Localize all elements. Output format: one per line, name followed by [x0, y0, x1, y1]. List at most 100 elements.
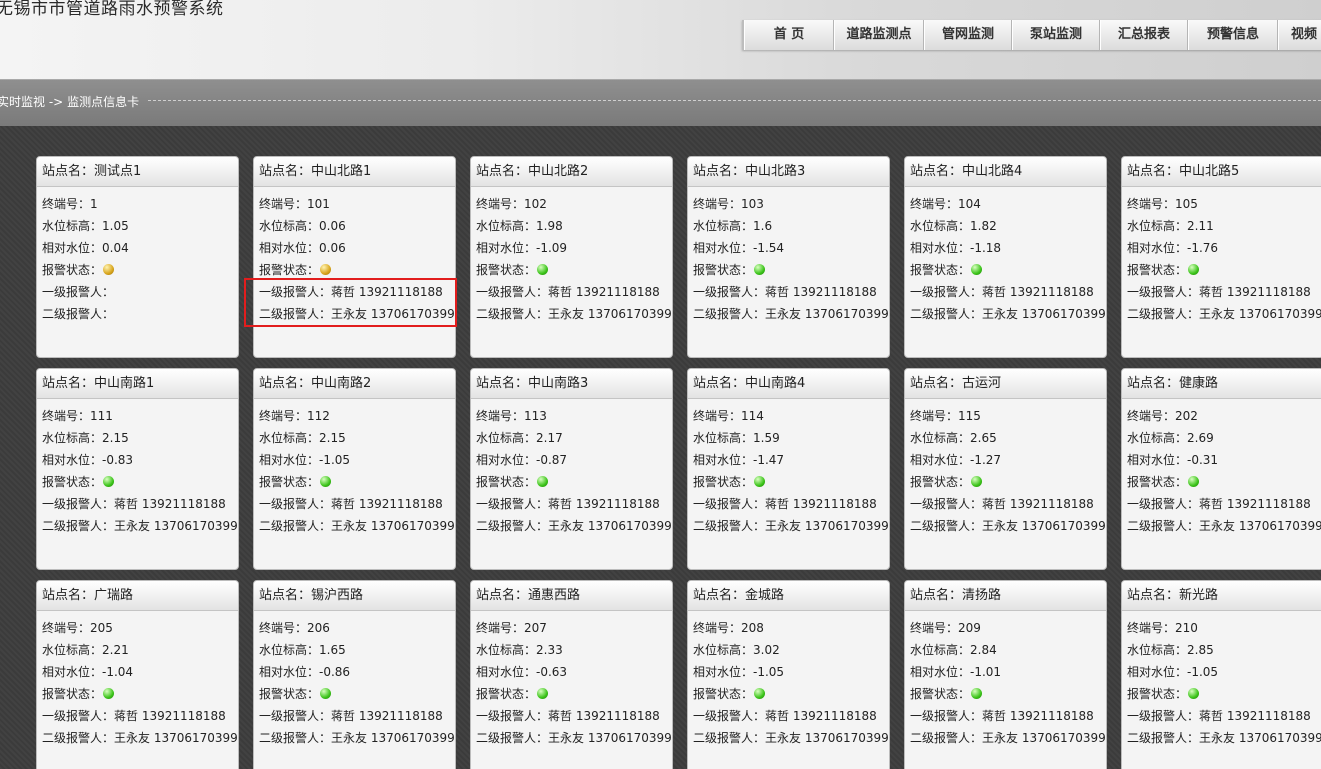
terminal-row: 终端号：102 — [476, 193, 672, 215]
station-label: 站点名： — [476, 588, 529, 603]
station-card[interactable]: 站点名：中山北路5 终端号：105 水位标高：2.11 相对水位：-1.76 报警状态：… — [1121, 156, 1321, 358]
station-card[interactable]: 站点名：古运河 终端号：115 水位标高：2.65 相对水位：-1.27 报警状态： 一级… — [904, 368, 1107, 570]
alarm-status-green-icon — [1188, 476, 1200, 487]
contact2-row: 二级报警人：王永友 13706170399 — [42, 515, 238, 537]
level-elev-row: 水位标高：3.02 — [693, 639, 889, 661]
alarm-status-green-icon — [754, 264, 766, 275]
station-card[interactable]: 站点名：中山南路1 终端号：111 水位标高：2.15 相对水位：-0.83 报警状态：… — [36, 368, 239, 570]
nav-pipe-monitoring[interactable]: 管网监测 — [924, 20, 1012, 50]
station-name: 中山南路3 — [528, 376, 589, 391]
rel-level-label: 相对水位： — [1127, 241, 1188, 255]
terminal-label: 终端号： — [42, 409, 91, 423]
station-name: 中山北路3 — [745, 164, 806, 179]
rel-level-row: 相对水位：0.04 — [42, 237, 238, 259]
terminal-label: 终端号： — [42, 621, 91, 635]
rel-level-value: -0.83 — [102, 453, 134, 467]
card-body: 终端号：102 水位标高：1.98 相对水位：-1.09 报警状态： 一级报警人：蒋哲 … — [471, 187, 672, 325]
nav-video[interactable]: 视频 — [1278, 20, 1321, 50]
card-body: 终端号：208 水位标高：3.02 相对水位：-1.05 报警状态： 一级报警人：蒋哲 … — [688, 611, 889, 749]
contact2-row: 二级报警人：王永友 13706170399 — [476, 727, 672, 749]
contact1-value: 蒋哲 13921118188 — [548, 497, 660, 511]
contact1-value: 蒋哲 13921118188 — [1199, 497, 1311, 511]
alarm-status-green-icon — [971, 476, 983, 487]
contact2-value: 王永友 13706170399 — [982, 307, 1106, 321]
alarm-status-row: 报警状态： — [910, 471, 1106, 493]
contact2-label: 二级报警人： — [693, 307, 766, 321]
contact2-label: 二级报警人： — [42, 307, 115, 321]
station-card[interactable]: 站点名：测试点1 终端号：1 水位标高：1.05 相对水位：0.04 报警状态： 一级报警… — [36, 156, 239, 358]
station-card[interactable]: 站点名：中山南路2 终端号：112 水位标高：2.15 相对水位：-1.05 报警状态：… — [253, 368, 456, 570]
station-label: 站点名： — [910, 164, 963, 179]
terminal-row: 终端号：111 — [42, 405, 238, 427]
terminal-row: 终端号：105 — [1127, 193, 1321, 215]
station-card[interactable]: 站点名：锡沪西路 终端号：206 水位标高：1.65 相对水位：-0.86 报警状态：一… — [253, 580, 456, 769]
contact1-label: 一级报警人： — [42, 497, 115, 511]
terminal-value: 114 — [741, 409, 764, 423]
alarm-status-green-icon — [103, 476, 115, 487]
contact2-value: 王永友 13706170399 — [1199, 731, 1321, 745]
nav-pump-monitoring[interactable]: 泵站监测 — [1012, 20, 1100, 50]
contact1-label: 一级报警人： — [910, 709, 983, 723]
contact2-row: 二级报警人： — [42, 303, 238, 325]
card-header: 站点名：锡沪西路 — [254, 581, 455, 611]
rel-level-row: 相对水位：-1.01 — [910, 661, 1106, 683]
card-body: 终端号：207 水位标高：2.33 相对水位：-0.63 报警状态： 一级报警人：蒋哲 … — [471, 611, 672, 749]
station-card[interactable]: 站点名：中山北路1 终端号：101 水位标高：0.06 相对水位：0.06 报警状态：一… — [253, 156, 456, 358]
nav-home[interactable]: 首 页 — [744, 20, 834, 50]
contact2-row: 二级报警人：王永友 13706170399 — [42, 727, 238, 749]
nav-alert-info[interactable]: 预警信息 — [1188, 20, 1278, 50]
contact1-value: 蒋哲 13921118188 — [1199, 285, 1311, 299]
contact1-value: 蒋哲 13921118188 — [331, 709, 443, 723]
contact1-value: 蒋哲 13921118188 — [982, 497, 1094, 511]
card-header: 站点名：测试点1 — [37, 157, 238, 187]
contact1-label: 一级报警人： — [476, 497, 549, 511]
station-card[interactable]: 站点名：中山北路2 终端号：102 水位标高：1.98 相对水位：-1.09 报警状态：… — [470, 156, 673, 358]
rel-level-label: 相对水位： — [1127, 453, 1188, 467]
terminal-label: 终端号： — [476, 409, 525, 423]
station-card[interactable]: 站点名：中山北路4 终端号：104 水位标高：1.82 相对水位：-1.18 报警状态：… — [904, 156, 1107, 358]
alarm-status-label: 报警状态： — [42, 263, 103, 277]
station-card[interactable]: 站点名：清扬路 终端号：209 水位标高：2.84 相对水位：-1.01 报警状态： 一级… — [904, 580, 1107, 769]
level-elev-row: 水位标高：1.6 — [693, 215, 889, 237]
contact2-value: 王永友 13706170399 — [765, 307, 889, 321]
station-card[interactable]: 站点名：中山北路3 终端号：103 水位标高：1.6 相对水位：-1.54 报警状态：一… — [687, 156, 890, 358]
station-card[interactable]: 站点名：广瑞路 终端号：205 水位标高：2.21 相对水位：-1.04 报警状态： 一级… — [36, 580, 239, 769]
station-card[interactable]: 站点名：新光路 终端号：210 水位标高：2.85 相对水位：-1.05 报警状态： 一级… — [1121, 580, 1321, 769]
level-elev-value: 1.05 — [102, 219, 129, 233]
card-header: 站点名：中山北路3 — [688, 157, 889, 187]
level-elev-value: 2.21 — [102, 643, 129, 657]
station-name: 中山北路1 — [311, 164, 372, 179]
card-body: 终端号：113 水位标高：2.17 相对水位：-0.87 报警状态： 一级报警人：蒋哲 … — [471, 399, 672, 537]
station-card[interactable]: 站点名：健康路 终端号：202 水位标高：2.69 相对水位：-0.31 报警状态： 一级… — [1121, 368, 1321, 570]
station-card[interactable]: 站点名：金城路 终端号：208 水位标高：3.02 相对水位：-1.05 报警状态： 一级… — [687, 580, 890, 769]
station-card[interactable]: 站点名：中山南路4 终端号：114 水位标高：1.59 相对水位：-1.47 报警状态：… — [687, 368, 890, 570]
contact1-value: 蒋哲 13921118188 — [765, 709, 877, 723]
nav-summary-report[interactable]: 汇总报表 — [1100, 20, 1188, 50]
contact1-row: 一级报警人：蒋哲 13921118188 — [476, 705, 672, 727]
contact1-label: 一级报警人： — [476, 285, 549, 299]
station-card[interactable]: 站点名：中山南路3 终端号：113 水位标高：2.17 相对水位：-0.87 报警状态：… — [470, 368, 673, 570]
header: 无锡市市管道路雨水预警系统 首 页 道路监测点 管网监测 泵站监测 汇总报表 预… — [0, 0, 1321, 80]
rel-level-row: 相对水位：-1.04 — [42, 661, 238, 683]
level-elev-value: 2.65 — [970, 431, 997, 445]
card-body: 终端号：104 水位标高：1.82 相对水位：-1.18 报警状态： 一级报警人：蒋哲 … — [905, 187, 1106, 325]
alarm-status-label: 报警状态： — [693, 475, 754, 489]
alarm-status-label: 报警状态： — [1127, 263, 1188, 277]
terminal-label: 终端号： — [259, 409, 308, 423]
contact2-row: 二级报警人：王永友 13706170399 — [259, 727, 455, 749]
breadcrumb-parent-link[interactable]: 实时监视 — [0, 95, 45, 109]
alarm-status-row: 报警状态： — [42, 259, 238, 281]
rel-level-label: 相对水位： — [693, 665, 754, 679]
contact1-label: 一级报警人： — [476, 709, 549, 723]
rel-level-label: 相对水位： — [259, 665, 320, 679]
contact2-label: 二级报警人： — [693, 519, 766, 533]
card-header: 站点名：古运河 — [905, 369, 1106, 399]
contact1-row: 一级报警人：蒋哲 13921118188 — [476, 281, 672, 303]
rel-level-row: 相对水位：-0.31 — [1127, 449, 1321, 471]
terminal-row: 终端号：207 — [476, 617, 672, 639]
station-card[interactable]: 站点名：通惠西路 终端号：207 水位标高：2.33 相对水位：-0.63 报警状态：一… — [470, 580, 673, 769]
nav-road-monitoring[interactable]: 道路监测点 — [834, 20, 924, 50]
alarm-status-label: 报警状态： — [1127, 687, 1188, 701]
alarm-status-green-icon — [1188, 688, 1200, 699]
rel-level-row: 相对水位：-1.27 — [910, 449, 1106, 471]
